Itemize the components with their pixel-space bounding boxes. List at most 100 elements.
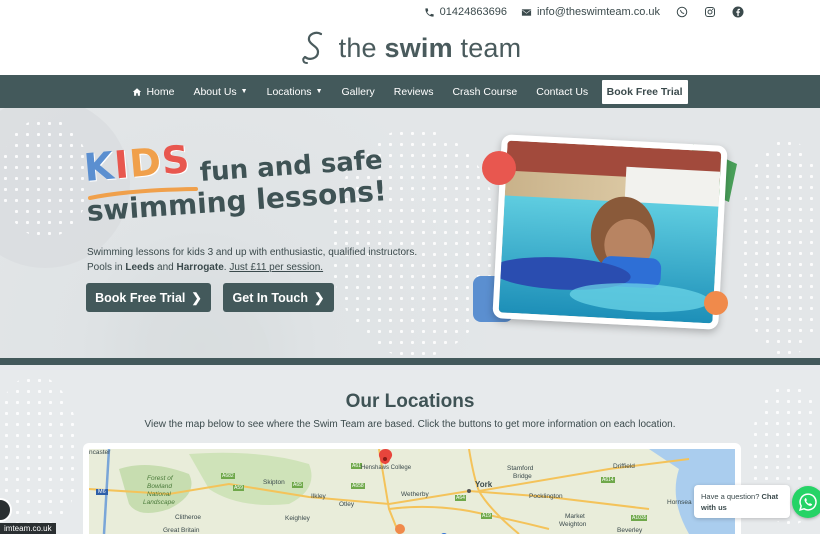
map-label-hornsea: Hornsea [667,499,692,506]
facebook-icon[interactable] [732,6,744,18]
map-road-a658: A658 [351,483,365,489]
site-logo[interactable]: the swim team [0,26,820,70]
nav-home[interactable]: Home [132,86,174,98]
hero-sub-line1: Swimming lessons for kids 3 and up with … [87,247,418,258]
red-circle-decoration [482,151,516,185]
map-label-landscape: Landscape [143,499,175,506]
section-divider [0,358,820,365]
logo-suffix: team [460,32,522,63]
map-label-keighley: Keighley [285,515,310,522]
locations-description: View the map below to see where the Swim… [144,419,676,430]
map-label-clitheroe: Clitheroe [175,514,202,521]
phone-link[interactable]: 01424863696 [424,6,507,18]
map-road-a614: A614 [601,477,615,483]
phone-number: 01424863696 [439,6,507,18]
dot-pattern [740,138,820,358]
nav-locations[interactable]: Locations ▼ [267,86,323,98]
nav-gallery-label: Gallery [341,85,375,98]
phone-icon [424,6,436,18]
map-road-a1035: A1035 [631,515,648,521]
locations-title: Our Locations [345,391,475,412]
orange-circle-decoration [704,291,728,315]
hero-sub-pools: Pools in [87,262,126,273]
hero-book-free-trial-button[interactable]: Book Free Trial ❯ [86,283,211,312]
nav-home-label: Home [146,85,175,98]
hero-price-link[interactable]: Just £11 per session. [229,262,323,273]
locations-map[interactable]: ncaster M6 Forest of Bowland National La… [83,443,741,534]
map-label-bridge: Bridge [513,473,532,480]
map-canvas[interactable]: ncaster M6 Forest of Bowland National La… [89,449,735,534]
hero-kids-word: KIDS [82,137,192,190]
nav-contact-us[interactable]: Contact Us [536,86,588,98]
whatsapp-icon [799,493,817,511]
top-contact-bar: 01424863696 info@theswimteam.co.uk [0,0,820,24]
nav-book-free-trial-button[interactable]: Book Free Trial [601,79,688,104]
chevron-down-icon: ▼ [315,88,323,95]
whatsapp-icon[interactable] [676,6,688,18]
map-label-great-britain: Great Britain [163,527,200,534]
email-link[interactable]: info@theswimteam.co.uk [521,6,660,18]
nav-crash-course[interactable]: Crash Course [452,86,517,98]
kids-letter-s: S [160,136,193,184]
map-label-weighton: Weighton [559,521,587,528]
email-address: info@theswimteam.co.uk [536,6,660,18]
chat-question: Have a question? [701,492,760,501]
chat-prompt-bubble[interactable]: Have a question? Chat with us [694,485,790,518]
map-label-york: York [475,480,493,489]
map-label-pocklington: Pocklington [529,493,563,500]
chevron-right-icon: ❯ [313,291,325,305]
map-label-beverley: Beverley [617,527,643,534]
hero-sub-line2: Pools in Leeds and Harrogate. Just £11 p… [87,260,417,275]
hero-trial-label: Book Free Trial [95,290,186,305]
chat-bold: Chat [761,492,779,501]
nav-reviews-label: Reviews [393,85,434,98]
map-label-ncaster: ncaster [89,449,111,456]
map-label-driffield: Driffield [613,463,635,470]
kids-letter-d: D [127,139,164,187]
map-road-a65: A65 [292,482,303,488]
whatsapp-chat-button[interactable] [792,486,820,518]
map-road-a682: A682 [221,473,235,479]
status-url: imteam.co.uk [0,523,56,534]
map-label-otley: Otley [339,501,355,508]
swim-swirl-logo-icon [301,31,322,64]
dot-pattern [0,118,90,238]
nav-gallery[interactable]: Gallery [342,86,375,98]
hero-sub-and: and [154,262,177,273]
nav-about-us[interactable]: About Us ▼ [193,86,247,98]
map-label-skipton: Skipton [263,479,285,486]
home-icon [133,87,142,96]
nav-locations-label: Locations [266,85,312,98]
logo-prefix: the [338,32,377,63]
envelope-icon [521,6,533,18]
chevron-right-icon: ❯ [191,291,202,305]
hero-subtext: Swimming lessons for kids 3 and up with … [87,245,417,275]
map-road-m6: M6 [96,489,108,495]
instagram-icon[interactable] [704,6,716,18]
hero-touch-label: Get In Touch [232,290,308,305]
nav-crash-label: Crash Course [452,85,518,98]
map-label-market: Market [565,513,585,520]
nav-about-label: About Us [193,85,237,98]
nav-contact-label: Contact Us [536,85,589,98]
kids-letter-k: K [82,143,117,190]
nav-reviews[interactable]: Reviews [394,86,434,98]
logo-bold: swim [384,32,453,63]
map-label-forest: Forest of [147,475,173,482]
map-road-a64: A64 [455,495,466,501]
map-label-stamford: Stamford [507,465,534,472]
map-label-national: National [147,491,171,498]
nav-cta-label: Book Free Trial [606,85,683,98]
map-label-bowland: Bowland [147,483,172,490]
hero-get-in-touch-button[interactable]: Get In Touch ❯ [223,283,334,312]
chat-with-us: with us [701,503,727,512]
logo-wordmark: the swim team [339,33,522,64]
map-label-wetherby: Wetherby [401,491,429,498]
map-label-ilkley: Ilkley [311,493,326,500]
main-navigation: Home About Us ▼ Locations ▼ Gallery Revi… [0,75,820,108]
map-road-a19: A19 [481,513,492,519]
map-label-henshaws: Henshaws College [361,465,412,471]
hero-photo-group [473,134,737,330]
child-swimming-photo [492,134,728,330]
hero-sub-leeds: Leeds [125,262,155,273]
